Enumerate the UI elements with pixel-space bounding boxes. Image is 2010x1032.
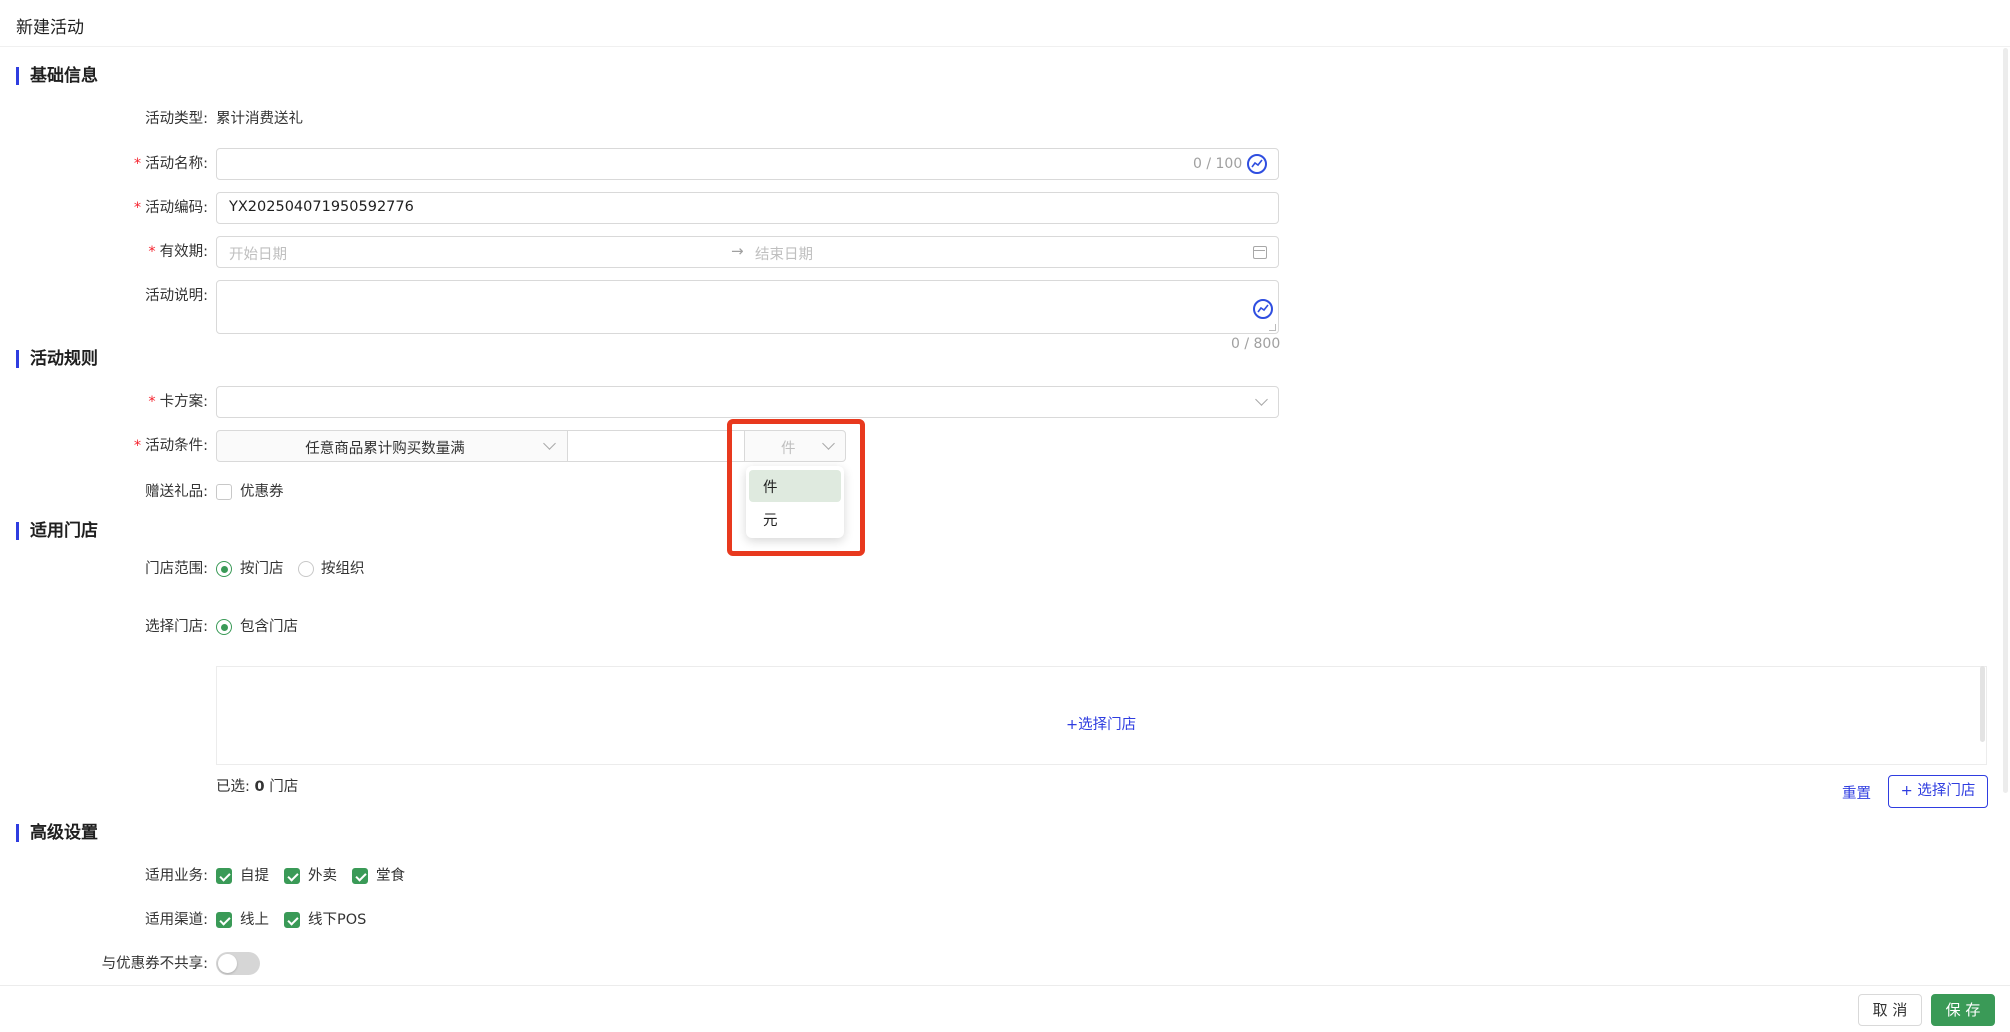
activity-name-label: * 活动名称: <box>133 156 208 172</box>
nonshare-toggle[interactable] <box>216 952 260 975</box>
resize-handle[interactable] <box>1269 324 1276 331</box>
chevron-down-icon <box>1255 393 1268 406</box>
radio-include-store-label: 包含门店 <box>240 619 298 635</box>
condition-type-value: 任意商品累计购买数量满 <box>305 441 465 457</box>
range-arrow-icon: → <box>731 242 744 260</box>
activity-code-input[interactable]: YX202504071950592776 <box>216 192 1279 224</box>
store-area-scrollbar[interactable] <box>1980 666 1985 742</box>
radio-by-store[interactable] <box>216 561 232 577</box>
coupon-checkbox-label: 优惠券 <box>240 484 284 500</box>
select-store-button[interactable]: + 选择门店 <box>1888 775 1988 808</box>
store-selection-area: +选择门店 <box>216 666 1987 765</box>
channel-label-online: 线上 <box>240 912 269 928</box>
channel-label-pos: 线下POS <box>308 912 367 928</box>
validity-period-label: * 有效期: <box>148 244 208 260</box>
date-range-picker[interactable]: 开始日期 → 结束日期 <box>216 236 1279 268</box>
card-scheme-label: * 卡方案: <box>148 394 208 410</box>
radio-by-store-label: 按门店 <box>240 561 284 577</box>
ai-assist-icon[interactable] <box>1253 299 1273 319</box>
gift-label: 赠送礼品: <box>145 484 208 500</box>
footer-bar: 取 消 保 存 <box>0 985 2010 1032</box>
card-scheme-select[interactable] <box>216 386 1279 418</box>
radio-by-org[interactable] <box>298 561 314 577</box>
business-label-dinein: 堂食 <box>376 868 405 884</box>
nonshare-label: 与优惠券不共享: <box>101 956 208 972</box>
business-checkbox-pickup[interactable] <box>216 868 232 884</box>
business-label: 适用业务: <box>145 868 208 884</box>
description-label: 活动说明: <box>145 288 208 304</box>
select-store-label: 选择门店: <box>145 619 208 635</box>
radio-by-org-label: 按组织 <box>321 561 365 577</box>
page-title: 新建活动 <box>16 18 84 38</box>
toggle-knob <box>218 954 237 973</box>
channel-checkbox-pos[interactable] <box>284 912 300 928</box>
condition-label: * 活动条件: <box>133 438 208 454</box>
description-textarea[interactable] <box>216 280 1279 334</box>
end-date-input[interactable]: 结束日期 <box>755 243 813 264</box>
store-scope-label: 门店范围: <box>145 561 208 577</box>
activity-type-label: 活动类型: <box>145 111 208 127</box>
section-title-stores: 适用门店 <box>16 522 98 540</box>
section-title-rules: 活动规则 <box>16 350 98 368</box>
section-title-basic: 基础信息 <box>16 67 98 85</box>
coupon-checkbox[interactable] <box>216 484 232 500</box>
business-label-delivery: 外卖 <box>308 868 337 884</box>
select-store-link[interactable]: +选择门店 <box>1066 713 1136 734</box>
channel-checkbox-online[interactable] <box>216 912 232 928</box>
start-date-input[interactable]: 开始日期 <box>229 243 287 264</box>
business-checkbox-dinein[interactable] <box>352 868 368 884</box>
channel-label: 适用渠道: <box>145 912 208 928</box>
ai-assist-icon[interactable] <box>1247 154 1267 174</box>
activity-name-counter: 0 / 100 <box>1193 156 1243 172</box>
calendar-icon <box>1253 246 1267 259</box>
activity-name-input[interactable]: 0 / 100 <box>216 148 1279 180</box>
header-bar: 新建活动 <box>0 0 2010 47</box>
page-scrollbar[interactable] <box>2003 48 2008 793</box>
business-label-pickup: 自提 <box>240 868 269 884</box>
radio-include-store[interactable] <box>216 619 232 635</box>
activity-code-value: YX202504071950592776 <box>229 199 414 215</box>
activity-code-label: * 活动编码: <box>133 200 208 216</box>
activity-type-value: 累计消费送礼 <box>216 111 303 127</box>
section-title-advanced: 高级设置 <box>16 824 98 842</box>
selected-stores-summary: 已选: 0 门店 <box>216 779 299 795</box>
description-counter: 0 / 800 <box>1231 336 1281 352</box>
condition-type-select[interactable]: 任意商品累计购买数量满 <box>216 430 568 462</box>
business-checkbox-delivery[interactable] <box>284 868 300 884</box>
save-button[interactable]: 保 存 <box>1931 994 1995 1026</box>
condition-amount-input[interactable] <box>567 430 745 462</box>
cancel-button[interactable]: 取 消 <box>1858 994 1922 1026</box>
reset-link[interactable]: 重置 <box>1842 782 1871 803</box>
highlight-box <box>727 419 865 556</box>
